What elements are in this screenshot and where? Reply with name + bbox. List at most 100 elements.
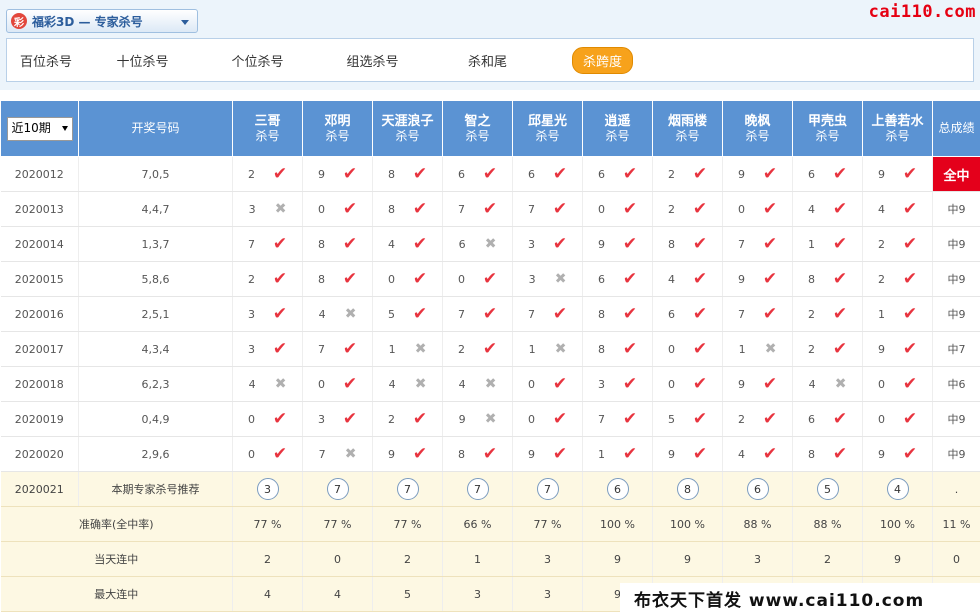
recommend-cell: 5 bbox=[792, 471, 863, 507]
check-icon: ✔ bbox=[832, 303, 848, 324]
kill-cell: 2 ✔ bbox=[232, 261, 303, 297]
table-row: 2020013 4,4,7 3 ✖ 0 ✔ 8 ✔ 7 ✔ 7 ✔ 0 ✔ 2 ✔ 0 ✔ 4 ✔ 4 ✔ 中9 bbox=[0, 191, 980, 227]
expert-header[interactable]: 晚枫 杀号 bbox=[722, 100, 793, 157]
kill-number: 1 bbox=[877, 307, 885, 321]
stat-cell: 9 bbox=[862, 541, 933, 577]
check-icon: ✔ bbox=[552, 163, 568, 184]
tab-hundreds[interactable]: 百位杀号 bbox=[7, 51, 85, 70]
check-icon: ✔ bbox=[342, 408, 358, 429]
total-cell: 11 % bbox=[932, 506, 980, 542]
stat-cell: 9 bbox=[582, 541, 653, 577]
kill-cell: 7 ✔ bbox=[302, 331, 373, 367]
check-icon: ✔ bbox=[482, 268, 498, 289]
total-cell: . bbox=[932, 471, 980, 507]
kill-cell: 6 ✔ bbox=[582, 156, 653, 192]
kill-cell: 0 ✔ bbox=[442, 261, 513, 297]
kill-number: 4 bbox=[318, 307, 326, 321]
kill-number: 9 bbox=[317, 167, 325, 181]
issue-cell: 2020012 bbox=[0, 156, 79, 192]
expert-header[interactable]: 烟雨楼 杀号 bbox=[652, 100, 723, 157]
check-icon: ✔ bbox=[342, 198, 358, 219]
expert-header[interactable]: 邓明 杀号 bbox=[302, 100, 373, 157]
kill-number: 0 bbox=[877, 412, 885, 426]
kill-cell: 1 ✔ bbox=[582, 436, 653, 472]
recommend-number: 7 bbox=[326, 478, 349, 500]
total-cell: 中9 bbox=[932, 226, 980, 262]
total-cell: 中9 bbox=[932, 296, 980, 332]
kill-number: 0 bbox=[527, 377, 535, 391]
check-icon: ✔ bbox=[692, 443, 708, 464]
lottery-selector[interactable]: 彩 福彩3D — 专家杀号 bbox=[6, 9, 198, 33]
expert-header[interactable]: 智之 杀号 bbox=[442, 100, 513, 157]
cross-icon: ✖ bbox=[554, 271, 567, 287]
cross-icon: ✖ bbox=[834, 376, 847, 392]
kill-cell: 0 ✔ bbox=[652, 366, 723, 402]
kill-cell: 1 ✔ bbox=[862, 296, 933, 332]
kill-number: 9 bbox=[877, 342, 885, 356]
kill-cell: 2 ✔ bbox=[232, 156, 303, 192]
issue-cell: 2020013 bbox=[0, 191, 79, 227]
check-icon: ✔ bbox=[692, 163, 708, 184]
check-icon: ✔ bbox=[272, 163, 288, 184]
check-icon: ✔ bbox=[622, 408, 638, 429]
kill-number: 7 bbox=[457, 202, 465, 216]
dropdown-arrow-icon bbox=[61, 126, 68, 131]
kill-cell: 7 ✔ bbox=[442, 296, 513, 332]
kill-cell: 4 ✖ bbox=[232, 366, 303, 402]
cross-icon: ✖ bbox=[274, 376, 287, 392]
check-icon: ✔ bbox=[482, 443, 498, 464]
kill-number: 1 bbox=[807, 237, 815, 251]
kill-number: 1 bbox=[388, 342, 396, 356]
tab-tens[interactable]: 十位杀号 bbox=[85, 51, 200, 70]
kill-cell: 0 ✔ bbox=[512, 366, 583, 402]
check-icon: ✔ bbox=[902, 163, 918, 184]
check-icon: ✔ bbox=[692, 233, 708, 254]
tab-sum-tail[interactable]: 杀和尾 bbox=[430, 51, 545, 70]
kill-cell: 4 ✖ bbox=[792, 366, 863, 402]
expert-header[interactable]: 甲壳虫 杀号 bbox=[792, 100, 863, 157]
expert-header[interactable]: 天涯浪子 杀号 bbox=[372, 100, 443, 157]
issue-cell: 2020014 bbox=[0, 226, 79, 262]
kill-number: 0 bbox=[387, 272, 395, 286]
kill-cell: 1 ✖ bbox=[722, 331, 793, 367]
kill-number: 4 bbox=[667, 272, 675, 286]
kill-cell: 9 ✔ bbox=[722, 261, 793, 297]
recommend-row: 2020021 本期专家杀号推荐 3 7 7 7 7 6 8 6 5 4. bbox=[0, 471, 980, 507]
recommend-cell: 7 bbox=[372, 471, 443, 507]
check-icon: ✔ bbox=[692, 198, 708, 219]
kill-number: 0 bbox=[317, 202, 325, 216]
kill-number: 7 bbox=[597, 412, 605, 426]
check-icon: ✔ bbox=[902, 408, 918, 429]
draw-cell: 2,9,6 bbox=[78, 436, 233, 472]
stat-cell: 77 % bbox=[302, 506, 373, 542]
site-logo[interactable]: cai110.com bbox=[869, 2, 976, 22]
kill-cell: 0 ✔ bbox=[862, 366, 933, 402]
expert-header[interactable]: 邱星光 杀号 bbox=[512, 100, 583, 157]
expert-header[interactable]: 逍遥 杀号 bbox=[582, 100, 653, 157]
tab-span[interactable]: 杀跨度 bbox=[545, 46, 660, 74]
recommend-label: 本期专家杀号推荐 bbox=[78, 471, 233, 507]
kill-cell: 8 ✔ bbox=[302, 226, 373, 262]
kill-number: 7 bbox=[527, 307, 535, 321]
kill-number: 8 bbox=[597, 307, 605, 321]
kill-number: 9 bbox=[877, 167, 885, 181]
tab-group[interactable]: 组选杀号 bbox=[315, 51, 430, 70]
stat-cell: 9 bbox=[652, 541, 723, 577]
check-icon: ✔ bbox=[832, 198, 848, 219]
kill-number: 8 bbox=[597, 342, 605, 356]
period-select[interactable]: 近10期 bbox=[6, 116, 73, 141]
kill-number: 2 bbox=[387, 412, 395, 426]
draw-cell: 2,5,1 bbox=[78, 296, 233, 332]
expert-header[interactable]: 三哥 杀号 bbox=[232, 100, 303, 157]
tab-units[interactable]: 个位杀号 bbox=[200, 51, 315, 70]
kill-cell: 8 ✔ bbox=[582, 296, 653, 332]
table-row: 2020017 4,3,4 3 ✔ 7 ✔ 1 ✖ 2 ✔ 1 ✖ 8 ✔ 0 ✔ 1 ✖ 2 ✔ 9 ✔ 中7 bbox=[0, 331, 980, 367]
recommend-cell: 8 bbox=[652, 471, 723, 507]
check-icon: ✔ bbox=[622, 443, 638, 464]
kill-cell: 7 ✔ bbox=[582, 401, 653, 437]
issue-cell: 2020018 bbox=[0, 366, 79, 402]
kill-cell: 2 ✔ bbox=[442, 331, 513, 367]
kill-cell: 9 ✔ bbox=[582, 226, 653, 262]
check-icon: ✔ bbox=[832, 443, 848, 464]
expert-header[interactable]: 上善若水 杀号 bbox=[862, 100, 933, 157]
